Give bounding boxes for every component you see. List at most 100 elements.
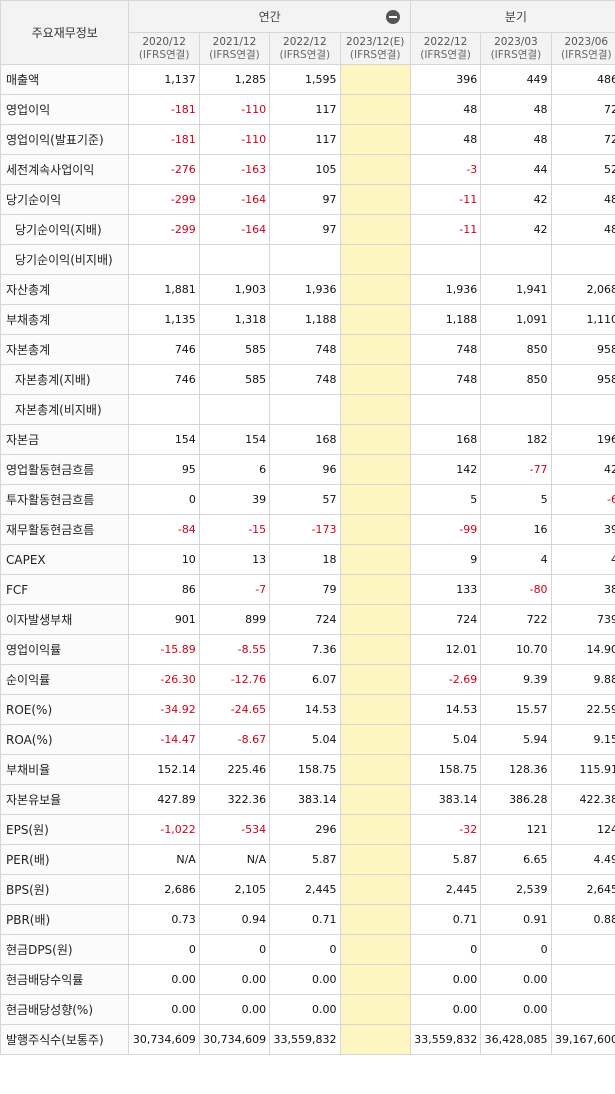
table-cell: 97	[269, 184, 341, 215]
table-cell: -2.69	[409, 664, 482, 695]
table-cell	[339, 604, 411, 635]
period-basis: (IFRS연결)	[420, 48, 471, 61]
table-cell: 225.46	[198, 754, 271, 785]
table-cell: 739	[550, 604, 615, 635]
table-cell	[339, 184, 411, 215]
period-header-0: 2020/12 (IFRS연결)	[128, 32, 200, 65]
table-cell: 1,137	[128, 64, 200, 95]
period-date: 2022/12	[283, 35, 327, 48]
table-cell	[550, 994, 615, 1025]
table-cell: 30,734,609	[198, 1024, 271, 1055]
table-cell	[339, 874, 411, 905]
table-cell: 0.88	[550, 904, 615, 935]
table-cell: 42	[550, 454, 615, 485]
table-row: 자본총계(비지배)	[0, 394, 615, 425]
row-label: PER(배)	[0, 844, 130, 875]
table-cell: -77	[480, 454, 552, 485]
table-cell: 4.49	[550, 844, 615, 875]
period-basis: (IFRS연결)	[349, 48, 401, 61]
period-date: 2022/12	[423, 35, 468, 48]
table-cell: -3	[409, 154, 482, 185]
table-cell: 748	[269, 364, 341, 395]
table-cell: 14.53	[269, 694, 341, 725]
table-cell: 396	[409, 64, 482, 95]
period-basis: (IFRS연결)	[490, 48, 542, 61]
row-label: 발행주식수(보통주)	[0, 1024, 130, 1055]
row-label: 자본총계(지배)	[0, 364, 130, 395]
table-cell: 16	[480, 514, 552, 545]
table-cell: -34.92	[128, 694, 200, 725]
table-cell: 79	[269, 574, 341, 605]
table-cell: -299	[128, 214, 200, 245]
table-cell: 0	[198, 934, 271, 965]
table-cell: 0.00	[480, 994, 552, 1025]
table-cell	[339, 94, 411, 125]
table-cell: 30,734,609	[128, 1024, 200, 1055]
table-cell: 5.04	[409, 724, 482, 755]
table-cell	[339, 424, 411, 455]
period-basis: (IFRS연결)	[209, 48, 260, 61]
table-cell	[198, 244, 271, 275]
row-label: 재무활동현금흐름	[0, 514, 130, 545]
period-basis: (IFRS연결)	[138, 48, 190, 61]
table-cell	[409, 244, 482, 275]
table-cell: 0.71	[269, 904, 341, 935]
table-cell: 2,539	[480, 874, 552, 905]
table-cell: 0.00	[198, 964, 271, 995]
row-label: 당기순이익(비지배)	[0, 244, 130, 275]
row-label: ROA(%)	[0, 724, 130, 755]
table-cell: 4	[480, 544, 552, 575]
table-cell: 1,936	[269, 274, 341, 305]
table-row: 투자활동현금흐름0395755-6	[0, 484, 615, 515]
table-cell: 117	[269, 94, 341, 125]
table-row: EPS(원)-1,022-534296 -32121124	[0, 814, 615, 845]
table-cell: 1,188	[409, 304, 482, 335]
table-row: 자산총계 1,881 1,903 1,936 1,936 1,941 2,068	[0, 274, 615, 305]
financial-summary-panel: 주요재무정보 연간 분기 2020/12 (IFRS연결) 2021/12 (IFRS…	[0, 0, 615, 1094]
table-cell: 5.94	[480, 724, 552, 755]
table-cell: 0	[409, 934, 482, 965]
row-label: 자본금	[0, 424, 130, 455]
table-cell: N/A	[128, 844, 200, 875]
table-cell	[269, 394, 341, 425]
table-cell: -11	[409, 214, 482, 245]
table-cell	[339, 574, 411, 605]
table-cell: -181	[128, 124, 200, 155]
period-header-1: 2021/12 (IFRS연결)	[198, 32, 271, 65]
table-cell: 5	[480, 484, 552, 515]
table-cell: 9.88	[550, 664, 615, 695]
table-cell: -299	[128, 184, 200, 215]
table-cell: -11	[409, 184, 482, 215]
row-label: 자본총계	[0, 334, 130, 365]
table-cell: 42	[480, 184, 552, 215]
row-label: 자본유보율	[0, 784, 130, 815]
period-header-6: 2023/06 (IFRS연결)	[550, 32, 615, 65]
row-label: PBR(배)	[0, 904, 130, 935]
table-cell: 154	[128, 424, 200, 455]
table-cell: 958	[550, 364, 615, 395]
table-cell: 72	[550, 124, 615, 155]
table-cell	[550, 934, 615, 965]
table-cell	[409, 394, 482, 425]
table-cell: -8.67	[198, 724, 271, 755]
table-cell: -24.65	[198, 694, 271, 725]
table-cell: -8.55	[198, 634, 271, 665]
table-cell: 5	[409, 484, 482, 515]
minus-circle-icon[interactable]	[385, 10, 400, 24]
table-cell: -80	[480, 574, 552, 605]
table-cell: 901	[128, 604, 200, 635]
table-cell	[550, 394, 615, 425]
table-row: 부채비율 152.14 225.46 158.75 158.75 128.36 115.91	[0, 754, 615, 785]
table-cell: 168	[409, 424, 482, 455]
annual-group-header: 연간	[128, 0, 411, 33]
table-cell: 2,645	[550, 874, 615, 905]
row-label: 부채비율	[0, 754, 130, 785]
table-cell: 39	[198, 484, 271, 515]
table-cell: 1,936	[409, 274, 482, 305]
row-label: 자본총계(비지배)	[0, 394, 130, 425]
table-cell	[339, 1024, 411, 1055]
table-row: 매출액1,1371,2851,595 396449486	[0, 64, 615, 95]
table-cell: 10	[128, 544, 200, 575]
table-cell	[339, 484, 411, 515]
table-cell	[339, 784, 411, 815]
